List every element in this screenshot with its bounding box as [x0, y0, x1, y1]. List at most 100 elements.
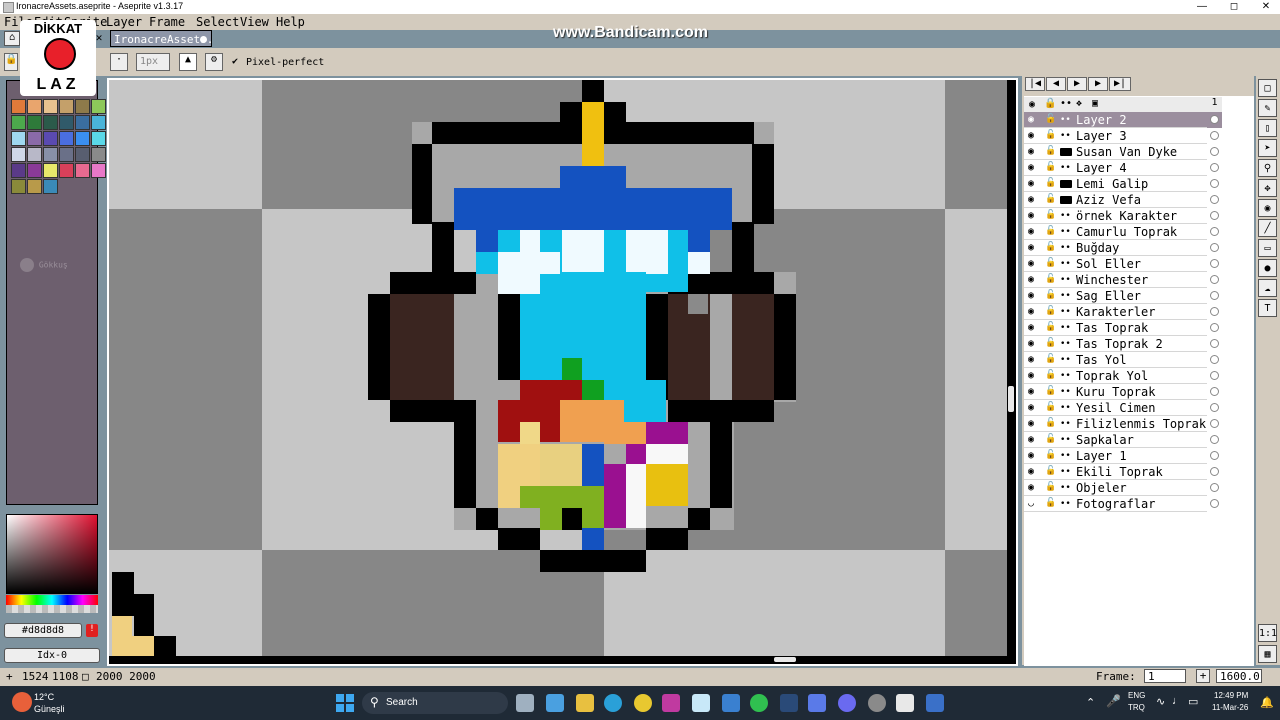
palette-swatch[interactable]	[43, 147, 58, 162]
eye-icon[interactable]: ◉	[1028, 115, 1038, 125]
app-icon-blue[interactable]	[808, 694, 826, 712]
eye-icon[interactable]: ◉	[1028, 163, 1038, 173]
menu-select[interactable]: Select	[196, 15, 239, 29]
layer-row[interactable]: ◉ 🔓 •• Layer 1	[1024, 448, 1222, 464]
zoom-tool-icon[interactable]: ⚲	[1258, 159, 1277, 177]
palette-swatch[interactable]	[75, 131, 90, 146]
lock-icon[interactable]: 🔓	[1045, 499, 1056, 508]
palette-swatch[interactable]	[27, 147, 42, 162]
vertical-scrollbar[interactable]	[1008, 386, 1014, 412]
lock-icon[interactable]: 🔓	[1045, 323, 1056, 332]
maximize-button[interactable]: ◻	[1218, 0, 1250, 14]
continuous-icon[interactable]: ••	[1060, 388, 1072, 397]
lock-icon[interactable]: 🔓	[1045, 179, 1056, 188]
move-tool-icon[interactable]: ✥	[1258, 179, 1277, 197]
weather-icon[interactable]	[12, 692, 32, 712]
layer-row[interactable]: ◉ 🔓 •• Sag Eller	[1024, 288, 1222, 304]
continuous-icon[interactable]: ••	[1060, 228, 1072, 237]
eye-icon[interactable]: ◡	[1028, 499, 1038, 509]
layer-row[interactable]: ◉ 🔓 •• Layer 2	[1024, 112, 1222, 128]
lock-icon[interactable]: 🔓	[1045, 131, 1056, 140]
add-frame-button[interactable]: +	[1196, 669, 1210, 683]
layer-row[interactable]: ◉ 🔓 •• Toprak Yol	[1024, 368, 1222, 384]
palette-swatch[interactable]	[11, 115, 26, 130]
layer-cel[interactable]	[1207, 496, 1222, 512]
horizontal-scrollbar[interactable]	[774, 657, 796, 662]
settings-icon[interactable]: ⚙	[205, 53, 223, 71]
eye-icon[interactable]: ◉	[1028, 243, 1038, 253]
layer-cel[interactable]	[1207, 352, 1222, 368]
menu-help[interactable]: Help	[276, 15, 305, 29]
brush-size-input[interactable]: 1px	[136, 53, 170, 71]
palette-swatch[interactable]	[27, 99, 42, 114]
eye-icon[interactable]: ◉	[1028, 195, 1038, 205]
eye-icon[interactable]: ◉	[1028, 227, 1038, 237]
layer-cel[interactable]	[1207, 320, 1222, 336]
close-window-button[interactable]: ✕	[1250, 0, 1280, 14]
palette-swatch[interactable]	[75, 99, 90, 114]
eye-icon[interactable]: ◉	[1028, 211, 1038, 221]
layer-cel[interactable]	[1207, 288, 1222, 304]
file-explorer-icon[interactable]	[576, 694, 594, 712]
tab-ironacre-assets[interactable]: IronacreAssets.	[110, 30, 213, 47]
menu-view[interactable]: View	[240, 15, 269, 29]
layer-row[interactable]: ◉ 🔓 Lemi Galip	[1024, 176, 1222, 192]
layer-row[interactable]: ◉ 🔓 •• Tas Toprak 2	[1024, 336, 1222, 352]
eye-icon[interactable]: ◉	[1028, 275, 1038, 285]
palette-swatch[interactable]	[11, 147, 26, 162]
wifi-icon[interactable]: ∿	[1156, 695, 1165, 708]
layer-cel[interactable]	[1207, 480, 1222, 496]
sprite-canvas[interactable]	[109, 80, 1007, 656]
palette-swatch[interactable]	[27, 131, 42, 146]
continuous-icon[interactable]: ••	[1060, 420, 1072, 429]
app-icon-light[interactable]	[692, 694, 710, 712]
eraser-tool-icon[interactable]: ▯	[1258, 119, 1277, 137]
palette-swatch[interactable]	[43, 179, 58, 194]
task-view-icon[interactable]	[516, 694, 534, 712]
eye-icon[interactable]: ◉	[1028, 339, 1038, 349]
lock-header-icon[interactable]: 🔒	[1044, 98, 1056, 109]
hue-slider[interactable]	[6, 595, 98, 605]
ink-button[interactable]: ▲	[179, 53, 197, 71]
preview-icon[interactable]: ▦	[1258, 645, 1277, 663]
continuous-icon[interactable]: ••	[1060, 500, 1072, 509]
app-icon-pink[interactable]	[662, 694, 680, 712]
lock-icon[interactable]: 🔓	[1045, 291, 1056, 300]
layer-cel[interactable]	[1207, 304, 1222, 320]
layer-cel[interactable]	[1207, 432, 1222, 448]
layer-row[interactable]: ◉ 🔓 •• Filizlenmis Toprak	[1024, 416, 1222, 432]
palette-swatch[interactable]	[59, 147, 74, 162]
clock-date[interactable]: 11-Mar-26	[1212, 703, 1248, 712]
brush-type-button[interactable]: ·	[110, 53, 128, 71]
layer-cel[interactable]	[1207, 112, 1222, 128]
notification-bell-icon[interactable]: 🔔	[1260, 696, 1274, 709]
palette-swatch[interactable]	[27, 179, 42, 194]
layer-cel[interactable]	[1207, 368, 1222, 384]
color-picker-area[interactable]	[6, 514, 98, 594]
eye-icon[interactable]: ◉	[1028, 403, 1038, 413]
palette-swatch[interactable]	[11, 163, 26, 178]
line-tool-icon[interactable]: ╱	[1258, 219, 1277, 237]
palette-swatch[interactable]	[43, 115, 58, 130]
pencil-tool-icon[interactable]: ✎	[1258, 99, 1277, 117]
layer-cel[interactable]	[1207, 464, 1222, 480]
continuous-icon[interactable]: ••	[1060, 212, 1072, 221]
play-button[interactable]: ▶	[1067, 77, 1087, 91]
layer-row[interactable]: ◉ 🔓 •• Tas Toprak	[1024, 320, 1222, 336]
eye-icon[interactable]: ◉	[1028, 147, 1038, 157]
eye-icon[interactable]: ◉	[1028, 323, 1038, 333]
lock-icon[interactable]: 🔓	[1045, 451, 1056, 460]
blur-tool-icon[interactable]: ☁	[1258, 279, 1277, 297]
layer-row[interactable]: ◉ 🔓 •• Sapkalar	[1024, 432, 1222, 448]
eye-header-icon[interactable]: ◉	[1029, 99, 1035, 110]
palette-swatch[interactable]	[91, 99, 106, 114]
layer-row[interactable]: ◉ 🔓 •• Layer 4	[1024, 160, 1222, 176]
taskbar-search-box[interactable]: ⚲ Search	[362, 692, 508, 714]
layer-cel[interactable]	[1207, 240, 1222, 256]
layer-options-icon[interactable]: ❖	[1076, 98, 1082, 109]
fill-tool-icon[interactable]: ◉	[1258, 199, 1277, 217]
language-1[interactable]: ENG	[1128, 691, 1145, 700]
discord-icon[interactable]	[838, 694, 856, 712]
lock-icon[interactable]: 🔓	[1045, 259, 1056, 268]
lock-icon[interactable]: 🔓	[1045, 435, 1056, 444]
